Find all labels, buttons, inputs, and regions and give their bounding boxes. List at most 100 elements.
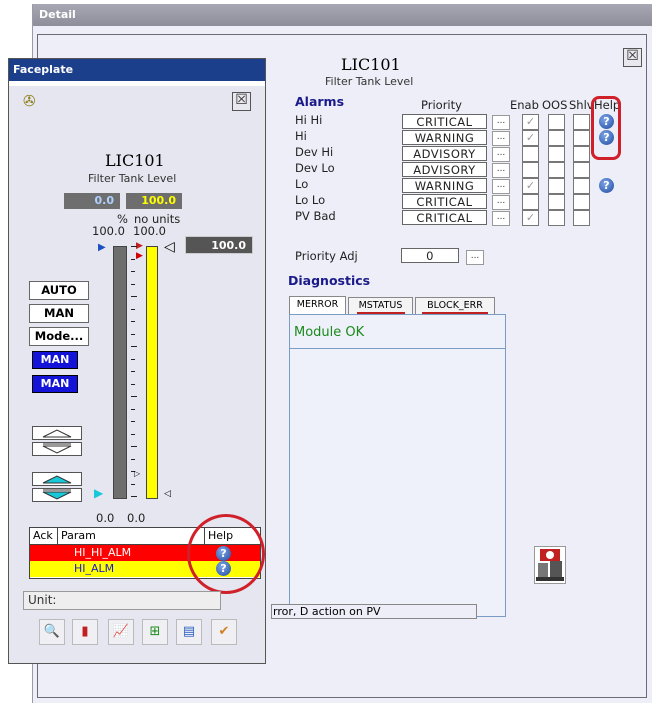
alarm-priority-field[interactable]: ADVISORY xyxy=(402,162,487,177)
increase-button[interactable] xyxy=(32,472,82,486)
col-ack: Ack xyxy=(33,529,53,542)
tab-mstatus[interactable]: MSTATUS xyxy=(348,297,413,315)
alarm-shelve-checkbox[interactable] xyxy=(573,194,590,210)
tab-block-err[interactable]: BLOCK_ERR xyxy=(415,297,495,315)
tank-icon[interactable]: ▮ xyxy=(72,619,98,645)
alarm-oos-checkbox[interactable] xyxy=(548,210,565,226)
faceplate-close-button[interactable]: ☒ xyxy=(232,92,251,111)
help-highlight-circle xyxy=(187,514,265,594)
decrease-button[interactable] xyxy=(32,488,82,502)
faceplate-description: Filter Tank Level xyxy=(88,172,177,185)
alarm-priority-ellipsis-button[interactable]: ... xyxy=(492,147,510,162)
detail-title-bar: Detail xyxy=(33,4,652,26)
alarm-oos-checkbox[interactable] xyxy=(548,178,565,194)
alarm-shelve-checkbox[interactable] xyxy=(573,162,590,178)
alarm-oos-checkbox[interactable] xyxy=(548,130,565,146)
out-lo-pointer-icon: ◁ xyxy=(164,489,171,499)
tab-mstatus-label: MSTATUS xyxy=(358,300,403,311)
scale-tick xyxy=(131,408,135,410)
alarm-shelve-checkbox[interactable] xyxy=(573,146,590,162)
alarm-enable-checkbox[interactable]: ✓ xyxy=(522,178,539,194)
scale-tick xyxy=(131,483,135,485)
sp-value-box[interactable]: 100.0 xyxy=(126,193,182,209)
alarm-priority-field[interactable]: ADVISORY xyxy=(402,146,487,161)
alarm-priority-ellipsis-button[interactable]: ... xyxy=(492,179,510,194)
pv-lo-pointer-icon: ▶ xyxy=(94,486,104,500)
detail-tag: LIC101 xyxy=(341,55,401,74)
diagnostics-panel: Module OK xyxy=(289,314,506,617)
header-divider xyxy=(57,528,58,544)
scale-tick xyxy=(131,308,135,310)
bar-scale xyxy=(131,246,137,499)
alarm-shelve-checkbox[interactable] xyxy=(573,210,590,226)
alarm-oos-checkbox[interactable] xyxy=(548,162,565,178)
alarm-enable-checkbox[interactable] xyxy=(522,162,539,178)
alarm-priority-field[interactable]: CRITICAL xyxy=(402,114,487,129)
alarm-priority-ellipsis-button[interactable]: ... xyxy=(492,195,510,210)
faceplate-pin-icon[interactable]: ✇ xyxy=(23,92,36,110)
sp-hi-pointer-icon: ▶ xyxy=(136,251,143,261)
faceplate-tag: LIC101 xyxy=(105,151,165,170)
alarm-priority-ellipsis-button[interactable]: ... xyxy=(492,163,510,178)
alarm-enable-checkbox[interactable] xyxy=(522,194,539,210)
man-button[interactable]: MAN xyxy=(29,304,89,323)
auto-button[interactable]: AUTO xyxy=(29,281,89,300)
alarm-enable-checkbox[interactable]: ✓ xyxy=(522,130,539,146)
chart-icon[interactable]: ▤ xyxy=(176,619,202,645)
output-value-box[interactable]: 100.0 xyxy=(185,236,253,254)
tab-merror[interactable]: MERROR xyxy=(289,296,346,314)
alarm-enable-checkbox[interactable]: ✓ xyxy=(522,114,539,130)
alarm-oos-checkbox[interactable] xyxy=(548,146,565,162)
mode-button[interactable]: Mode... xyxy=(29,327,89,346)
help-icon[interactable]: ? xyxy=(599,130,614,145)
help-icon[interactable]: ? xyxy=(599,178,614,193)
check-icon[interactable]: ✔ xyxy=(211,619,237,645)
output-pointer-icon: ◁ xyxy=(164,239,175,255)
tab-block-err-label: BLOCK_ERR xyxy=(427,300,483,311)
search-icon[interactable]: 🔍 xyxy=(39,619,65,645)
slow-decrease-button[interactable] xyxy=(32,442,82,456)
detail-description: Filter Tank Level xyxy=(325,75,414,88)
pv-value-box: 0.0 xyxy=(64,193,120,209)
unit-field: Unit: xyxy=(23,591,221,610)
alarm-priority-field[interactable]: WARNING xyxy=(402,130,487,145)
scale-tick xyxy=(131,421,135,422)
scale-tick xyxy=(131,246,137,247)
alarm-param: HI_HI_ALM xyxy=(74,546,132,559)
alarm-oos-checkbox[interactable] xyxy=(548,114,565,130)
mode-target-box: MAN xyxy=(32,375,78,393)
pv-range-hi: 100.0 xyxy=(92,224,125,238)
priority-adj-field[interactable]: 0 xyxy=(401,248,459,263)
faceplate-title-divider xyxy=(9,81,265,86)
alarm-enable-checkbox[interactable]: ✓ xyxy=(522,210,539,226)
alarm-priority-field[interactable]: WARNING xyxy=(402,178,487,193)
alarm-oos-checkbox[interactable] xyxy=(548,194,565,210)
priority-adj-ellipsis-button[interactable]: ... xyxy=(466,250,484,265)
scale-tick xyxy=(131,358,135,360)
col-enab: Enab xyxy=(510,98,539,112)
faceplate-window: Faceplate ✇ ☒ LIC101 Filter Tank Level 0… xyxy=(8,58,266,664)
alarm-priority-field[interactable]: CRITICAL xyxy=(402,194,487,209)
alarm-enable-checkbox[interactable] xyxy=(522,146,539,162)
detail-close-button[interactable]: ☒ xyxy=(623,48,642,67)
scale-tick xyxy=(131,296,137,297)
alarm-shelve-checkbox[interactable] xyxy=(573,130,590,146)
fast-increase-button[interactable] xyxy=(32,426,82,440)
alarm-shelve-checkbox[interactable] xyxy=(573,114,590,130)
alarm-priority-ellipsis-button[interactable]: ... xyxy=(492,211,510,226)
help-icon[interactable]: ? xyxy=(599,114,614,129)
scale-tick xyxy=(131,446,137,447)
col-oos: OOS xyxy=(542,98,568,112)
faceplate-title-bar: Faceplate xyxy=(9,59,265,81)
equipment-icon[interactable] xyxy=(534,546,566,584)
alarm-param: HI_ALM xyxy=(74,562,115,575)
alarm-priority-ellipsis-button[interactable]: ... xyxy=(492,115,510,130)
scale-tick xyxy=(131,346,137,347)
alarm-shelve-checkbox[interactable] xyxy=(573,178,590,194)
alarm-priority-ellipsis-button[interactable]: ... xyxy=(492,131,510,146)
trend-icon[interactable]: 📈 xyxy=(108,619,134,645)
alarm-priority-field[interactable]: CRITICAL xyxy=(402,210,487,225)
network-icon[interactable]: ⊞ xyxy=(142,619,168,645)
module-status: Module OK xyxy=(294,325,365,340)
scale-tick xyxy=(131,283,135,285)
